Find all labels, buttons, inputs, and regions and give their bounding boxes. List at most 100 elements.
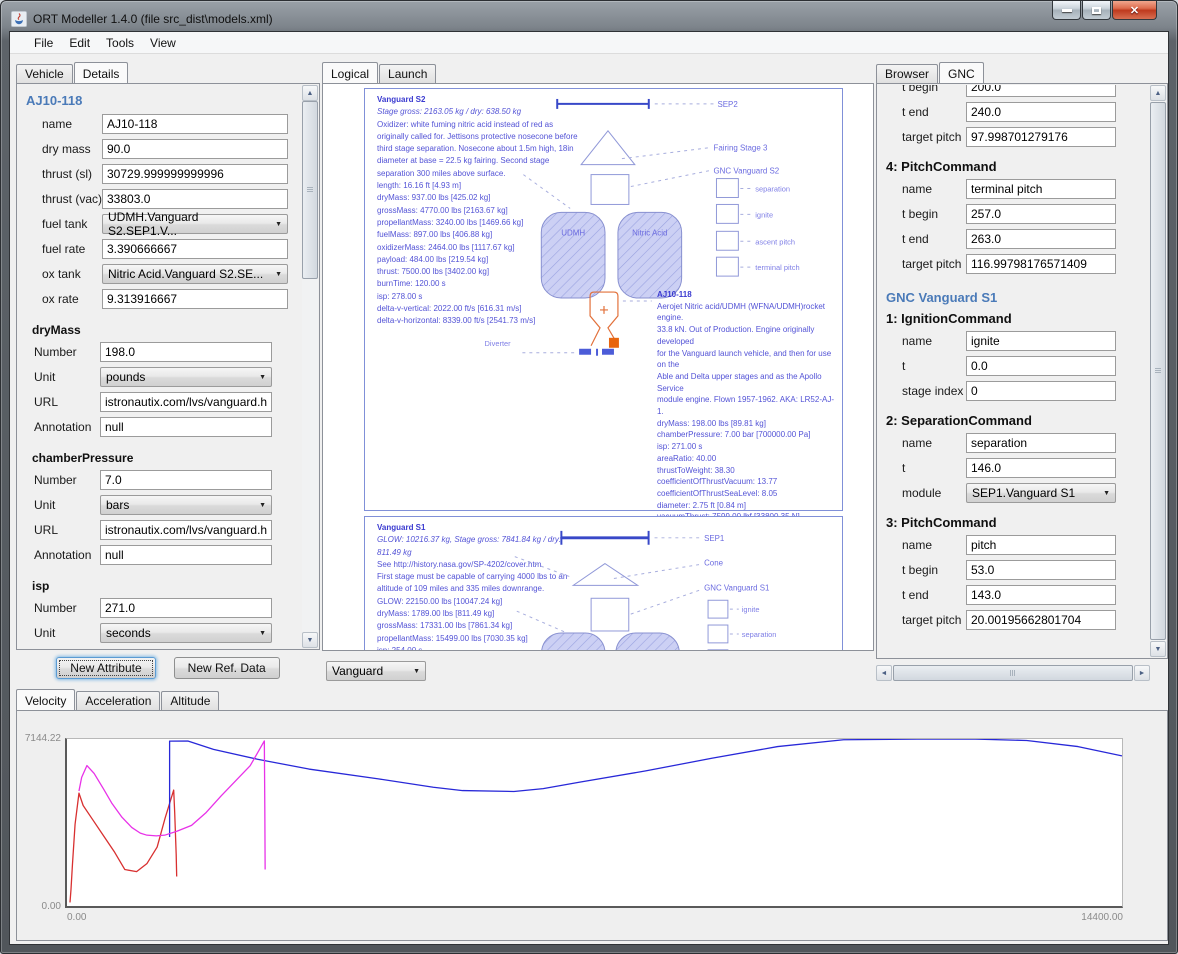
- s2-cmd-ignite-label: ignite: [755, 210, 773, 219]
- title-bar: ORT Modeller 1.4.0 (file src_dist\models…: [11, 7, 273, 31]
- maximize-icon: [1092, 7, 1101, 14]
- s2-cmd-separation-label: separation: [755, 185, 790, 194]
- tab-vehicle[interactable]: Vehicle: [16, 64, 73, 83]
- details-vertical-scrollbar[interactable]: ▲ ▼: [302, 85, 318, 648]
- cmd2-module-select[interactable]: SEP1.Vanguard S1▼: [966, 483, 1116, 503]
- isp-number-field[interactable]: [100, 598, 272, 618]
- cmd4-target-pitch-field[interactable]: [966, 254, 1116, 274]
- scroll-up-icon[interactable]: ▲: [302, 85, 318, 101]
- engine-name-header: AJ10-118: [26, 93, 302, 108]
- s1-shapes: SEP1 Cone GNC Vanguard S1 ignite: [365, 517, 842, 651]
- cmd1-stage-index-field[interactable]: [966, 381, 1116, 401]
- cmd1-name-field[interactable]: [966, 331, 1116, 351]
- separation-command-header: 2: SeparationCommand: [886, 413, 1150, 428]
- y-axis-min-label: 0.00: [17, 901, 61, 912]
- tab-gnc[interactable]: GNC: [939, 62, 984, 83]
- tab-details[interactable]: Details: [74, 62, 129, 83]
- scroll-right-icon[interactable]: ►: [1134, 665, 1150, 681]
- menu-file[interactable]: File: [26, 33, 61, 53]
- scroll-track[interactable]: [302, 279, 318, 632]
- name-field[interactable]: [102, 114, 288, 134]
- field-row: ox tank Nitric Acid.Vanguard S2.SE...▼: [42, 264, 302, 284]
- isp-unit-select[interactable]: seconds▼: [100, 623, 272, 643]
- fuel-rate-field[interactable]: [102, 239, 288, 259]
- menu-tools[interactable]: Tools: [98, 33, 142, 53]
- scroll-left-icon[interactable]: ◄: [876, 665, 892, 681]
- field-row: Number: [34, 598, 302, 618]
- scroll-thumb[interactable]: [1150, 102, 1166, 640]
- field-row: Number: [34, 470, 302, 490]
- maximize-button[interactable]: [1082, 1, 1111, 20]
- tab-acceleration[interactable]: Acceleration: [76, 691, 160, 710]
- field-label: t begin: [902, 207, 966, 221]
- drymass-number-field[interactable]: [100, 342, 272, 362]
- field-label: Unit: [34, 498, 100, 512]
- scroll-thumb[interactable]: [893, 665, 1133, 681]
- drymass-annotation-field[interactable]: [100, 417, 272, 437]
- tab-logical[interactable]: Logical: [322, 62, 378, 83]
- cmd3-name-field[interactable]: [966, 535, 1116, 555]
- tab-browser[interactable]: Browser: [876, 64, 938, 83]
- field-row: URL: [34, 392, 302, 412]
- tab-velocity[interactable]: Velocity: [16, 689, 75, 710]
- chart-series-magenta: [79, 741, 265, 870]
- t-begin-field[interactable]: [966, 85, 1116, 97]
- fuel-tank-select[interactable]: UDMH.Vanguard S2.SEP1.V...▼: [102, 214, 288, 234]
- cmd4-name-field[interactable]: [966, 179, 1116, 199]
- cmd3-t-begin-field[interactable]: [966, 560, 1116, 580]
- scroll-up-icon[interactable]: ▲: [1150, 85, 1166, 101]
- target-pitch-field[interactable]: [966, 127, 1116, 147]
- field-row: fuel rate: [42, 239, 302, 259]
- cmd3-t-end-field[interactable]: [966, 585, 1116, 605]
- tab-launch[interactable]: Launch: [379, 64, 436, 83]
- field-label: fuel tank: [42, 217, 102, 231]
- gnc-horizontal-scrollbar[interactable]: ◄ ►: [876, 665, 1150, 681]
- chamber-annotation-field[interactable]: [100, 545, 272, 565]
- tab-altitude[interactable]: Altitude: [161, 691, 219, 710]
- t-end-field[interactable]: [966, 102, 1116, 122]
- gnc-vertical-scrollbar[interactable]: ▲ ▼: [1150, 85, 1166, 657]
- field-row: thrust (vac): [42, 189, 302, 209]
- x-axis-max-label: 14400.00: [1043, 912, 1123, 923]
- thrust-sl-field[interactable]: [102, 164, 288, 184]
- field-label: target pitch: [902, 257, 966, 271]
- scroll-down-icon[interactable]: ▼: [1150, 641, 1166, 657]
- chart-series-blue: [170, 739, 1122, 837]
- new-ref-data-button[interactable]: New Ref. Data: [174, 657, 280, 679]
- field-label: name: [902, 436, 966, 450]
- vehicle-select[interactable]: Vanguard ▼: [326, 661, 426, 681]
- dry-mass-field[interactable]: [102, 139, 288, 159]
- menu-edit[interactable]: Edit: [61, 33, 98, 53]
- chamber-url-field[interactable]: [100, 520, 272, 540]
- drymass-unit-select[interactable]: pounds▼: [100, 367, 272, 387]
- field-row: module SEP1.Vanguard S1▼: [902, 483, 1150, 503]
- field-row: t end: [902, 102, 1150, 122]
- close-icon: ✕: [1130, 4, 1139, 17]
- cmd3-target-pitch-field[interactable]: [966, 610, 1116, 630]
- cmd2-name-field[interactable]: [966, 433, 1116, 453]
- cmd1-t-field[interactable]: [966, 356, 1116, 376]
- minimize-button[interactable]: [1052, 1, 1081, 20]
- ox-tank-select[interactable]: Nitric Acid.Vanguard S2.SE...▼: [102, 264, 288, 284]
- field-row: stage index: [902, 381, 1150, 401]
- cmd4-t-end-field[interactable]: [966, 229, 1116, 249]
- field-label: t begin: [902, 85, 966, 94]
- cmd2-t-field[interactable]: [966, 458, 1116, 478]
- pitch-command-3-header: 3: PitchCommand: [886, 515, 1150, 530]
- vehicle-selector-bar: Vanguard ▼: [322, 655, 874, 687]
- window-controls: ✕: [1052, 1, 1157, 20]
- field-row: name: [902, 331, 1150, 351]
- drymass-url-field[interactable]: [100, 392, 272, 412]
- field-row: thrust (sl): [42, 164, 302, 184]
- ox-rate-field[interactable]: [102, 289, 288, 309]
- field-row: fuel tank UDMH.Vanguard S2.SEP1.V...▼: [42, 214, 302, 234]
- thrust-vac-field[interactable]: [102, 189, 288, 209]
- scroll-down-icon[interactable]: ▼: [302, 632, 318, 648]
- menu-view[interactable]: View: [142, 33, 184, 53]
- new-attribute-button[interactable]: New Attribute: [56, 657, 155, 679]
- close-button[interactable]: ✕: [1112, 1, 1157, 20]
- cmd4-t-begin-field[interactable]: [966, 204, 1116, 224]
- chamber-number-field[interactable]: [100, 470, 272, 490]
- scroll-thumb[interactable]: [302, 101, 318, 279]
- chamber-unit-select[interactable]: bars▼: [100, 495, 272, 515]
